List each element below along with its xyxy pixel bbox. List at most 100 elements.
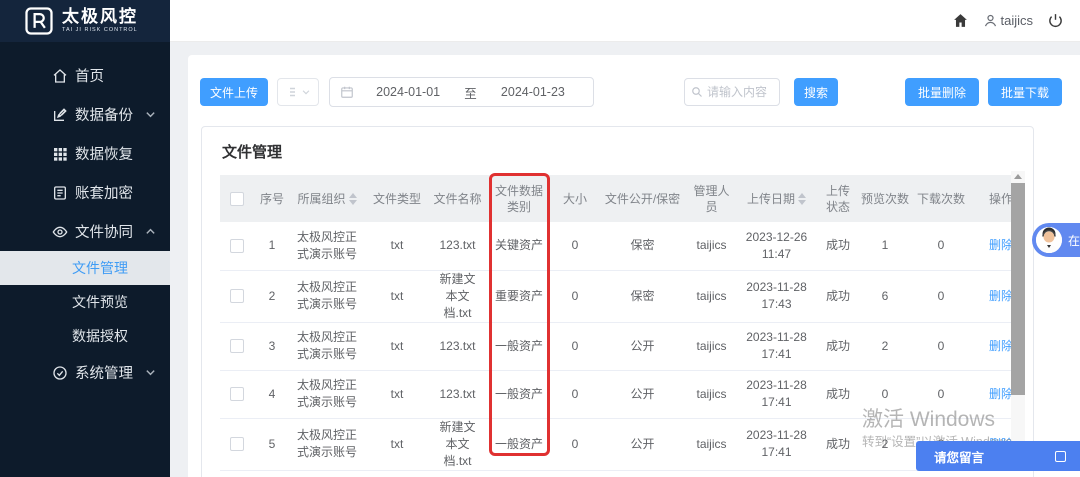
col-header-upload-status: 上传状态 <box>819 175 857 222</box>
table-row-partial: 太极风控 <box>220 470 1013 477</box>
batch-download-button[interactable]: 批量下载 <box>987 78 1062 106</box>
row-checkbox[interactable] <box>229 387 244 402</box>
sidebar-item-data-backup[interactable]: 数据备份 <box>0 95 170 134</box>
topbar: taijics <box>170 0 1080 42</box>
delete-link[interactable]: 删除 <box>989 339 1013 353</box>
sidebar: 太极风控 TAI JI RISK CONTROL 首页 数据备份 数据恢复 账套… <box>0 0 170 477</box>
delete-link[interactable]: 删除 <box>989 387 1013 401</box>
sidebar-item-data-restore[interactable]: 数据恢复 <box>0 134 170 173</box>
chevron-down-icon <box>302 90 309 95</box>
user-menu[interactable]: taijics <box>983 13 1033 28</box>
col-header-actions: 操作 <box>969 175 1013 222</box>
delete-link[interactable]: 删除 <box>989 238 1013 252</box>
batch-delete-button[interactable]: 批量删除 <box>904 78 979 106</box>
sidebar-item-label: 账套加密 <box>75 186 133 202</box>
content-panel: 文件上传 2024-01-01 至 2024-01-23 搜索 批量删除 批量下… <box>188 55 1080 477</box>
sidebar-item-home[interactable]: 首页 <box>0 56 170 95</box>
brand-logo[interactable]: 太极风控 TAI JI RISK CONTROL <box>0 0 170 42</box>
sidebar-subitem-label: 数据授权 <box>72 328 128 344</box>
row-checkbox[interactable] <box>229 289 244 304</box>
col-header-file-type: 文件类型 <box>363 175 431 222</box>
power-icon[interactable] <box>1047 12 1064 29</box>
brand-logo-icon <box>25 7 53 35</box>
expand-window-icon[interactable] <box>1055 450 1066 462</box>
chat-message-label: 请您留言 <box>934 450 985 465</box>
date-start-value: 2024-01-01 <box>376 85 441 99</box>
select-all-checkbox[interactable] <box>229 192 244 207</box>
col-header-preview-count: 预览次数 <box>857 175 913 222</box>
col-header-data-category: 文件数据类别 <box>484 175 554 222</box>
col-header-access: 文件公开/保密 <box>596 175 689 222</box>
sidebar-item-label: 首页 <box>75 69 104 85</box>
date-range-input[interactable]: 2024-01-01 至 2024-01-23 <box>329 77 595 107</box>
chevron-down-icon <box>146 370 155 376</box>
col-header-download-count: 下载次数 <box>913 175 969 222</box>
table-row: 1 太极风控正式演示账号 txt 123.txt 关键资产 0 保密 taiji… <box>220 222 1013 271</box>
row-checkbox[interactable] <box>229 239 244 254</box>
user-icon <box>985 14 997 27</box>
sidebar-subitem-file-preview[interactable]: 文件预览 <box>0 285 170 319</box>
home-icon[interactable] <box>952 12 969 29</box>
col-header-size: 大小 <box>554 175 596 222</box>
sidebar-subitem-label: 文件预览 <box>72 294 128 310</box>
brand-subtitle: TAI JI RISK CONTROL <box>62 27 138 34</box>
calendar-icon <box>341 86 353 98</box>
edit-icon <box>54 107 67 121</box>
list-dropdown-button[interactable] <box>277 78 320 106</box>
batch-actions: 批量删除 批量下载 <box>904 78 1062 106</box>
search-button[interactable]: 搜索 <box>794 78 839 106</box>
home-icon <box>53 68 67 83</box>
scroll-up-icon[interactable] <box>1014 174 1022 179</box>
col-header-manager: 管理人员 <box>689 175 734 222</box>
sidebar-menu: 首页 数据备份 数据恢复 账套加密 文件协同 文件管理 文件预览 数据授权 系统… <box>0 42 170 392</box>
toolbar: 文件上传 2024-01-01 至 2024-01-23 搜索 批量删除 批量下… <box>200 77 1062 107</box>
sidebar-item-label: 文件协同 <box>75 225 133 241</box>
delete-link[interactable]: 删除 <box>989 289 1013 303</box>
col-header-organization[interactable]: 所属组织 <box>291 175 363 222</box>
row-checkbox[interactable] <box>229 339 244 354</box>
date-end-value: 2024-01-23 <box>500 85 565 99</box>
username: taijics <box>1000 13 1033 28</box>
col-header-file-name: 文件名称 <box>431 175 484 222</box>
scrollbar-thumb[interactable] <box>1011 183 1025 395</box>
sidebar-item-label: 系统管理 <box>75 366 133 382</box>
file-table: 序号 所属组织 文件类型 文件名称 文件数据类别 大小 文件公开/保密 管理人员… <box>220 175 1013 477</box>
chevron-down-icon <box>146 112 155 118</box>
col-header-index: 序号 <box>253 175 291 222</box>
row-checkbox[interactable] <box>229 437 244 452</box>
table-header-row: 序号 所属组织 文件类型 文件名称 文件数据类别 大小 文件公开/保密 管理人员… <box>220 175 1013 222</box>
list-icon <box>287 87 295 97</box>
document-icon <box>54 185 66 200</box>
table-row: 5 太极风控正式演示账号 txt 新建文本文档.txt 一般资产 0 公开 ta… <box>220 418 1013 471</box>
brand-name: 太极风控 <box>62 7 138 27</box>
table-row: 3 太极风控正式演示账号 txt 123.txt 一般资产 0 公开 taiji… <box>220 322 1013 371</box>
service-agent-avatar <box>1036 227 1062 253</box>
sidebar-subitem-data-authorization[interactable]: 数据授权 <box>0 319 170 353</box>
eye-icon <box>52 226 68 237</box>
main-content: 文件上传 2024-01-01 至 2024-01-23 搜索 批量删除 批量下… <box>170 42 1080 477</box>
sort-icon[interactable] <box>348 193 357 206</box>
chevron-up-icon <box>146 228 155 234</box>
table-row: 2 太极风控正式演示账号 txt 新建文本文档.txt 重要资产 0 保密 ta… <box>220 270 1013 323</box>
sidebar-item-label: 数据恢复 <box>75 147 133 163</box>
sidebar-item-account-encryption[interactable]: 账套加密 <box>0 173 170 212</box>
table-row: 4 太极风控正式演示账号 txt 123.txt 一般资产 0 公开 taiji… <box>220 370 1013 419</box>
online-service-label: 在线咨询 <box>1068 233 1080 248</box>
sort-icon[interactable] <box>798 193 806 206</box>
file-upload-button[interactable]: 文件上传 <box>200 78 269 106</box>
table-title: 文件管理 <box>222 144 283 161</box>
sidebar-subitem-file-management[interactable]: 文件管理 <box>0 251 170 285</box>
online-service-button[interactable]: 在线咨询 <box>1032 223 1080 257</box>
sidebar-subitem-label: 文件管理 <box>72 260 128 276</box>
search-input[interactable] <box>707 85 774 99</box>
file-table-card: 文件管理 序号 所属组织 文件类型 文件名称 文件数据类别 大小 文件公开/保密… <box>201 126 1034 477</box>
sidebar-item-system-management[interactable]: 系统管理 <box>0 353 170 392</box>
sidebar-item-file-collaboration[interactable]: 文件协同 <box>0 212 170 251</box>
chat-message-bar[interactable]: 请您留言 <box>916 441 1080 471</box>
search-icon <box>692 87 702 97</box>
date-separator: 至 <box>464 86 477 101</box>
check-circle-icon <box>53 365 67 380</box>
table-scrollbar[interactable] <box>1011 171 1025 467</box>
grid-icon <box>54 147 67 161</box>
col-header-upload-date[interactable]: 上传日期 <box>734 175 819 222</box>
